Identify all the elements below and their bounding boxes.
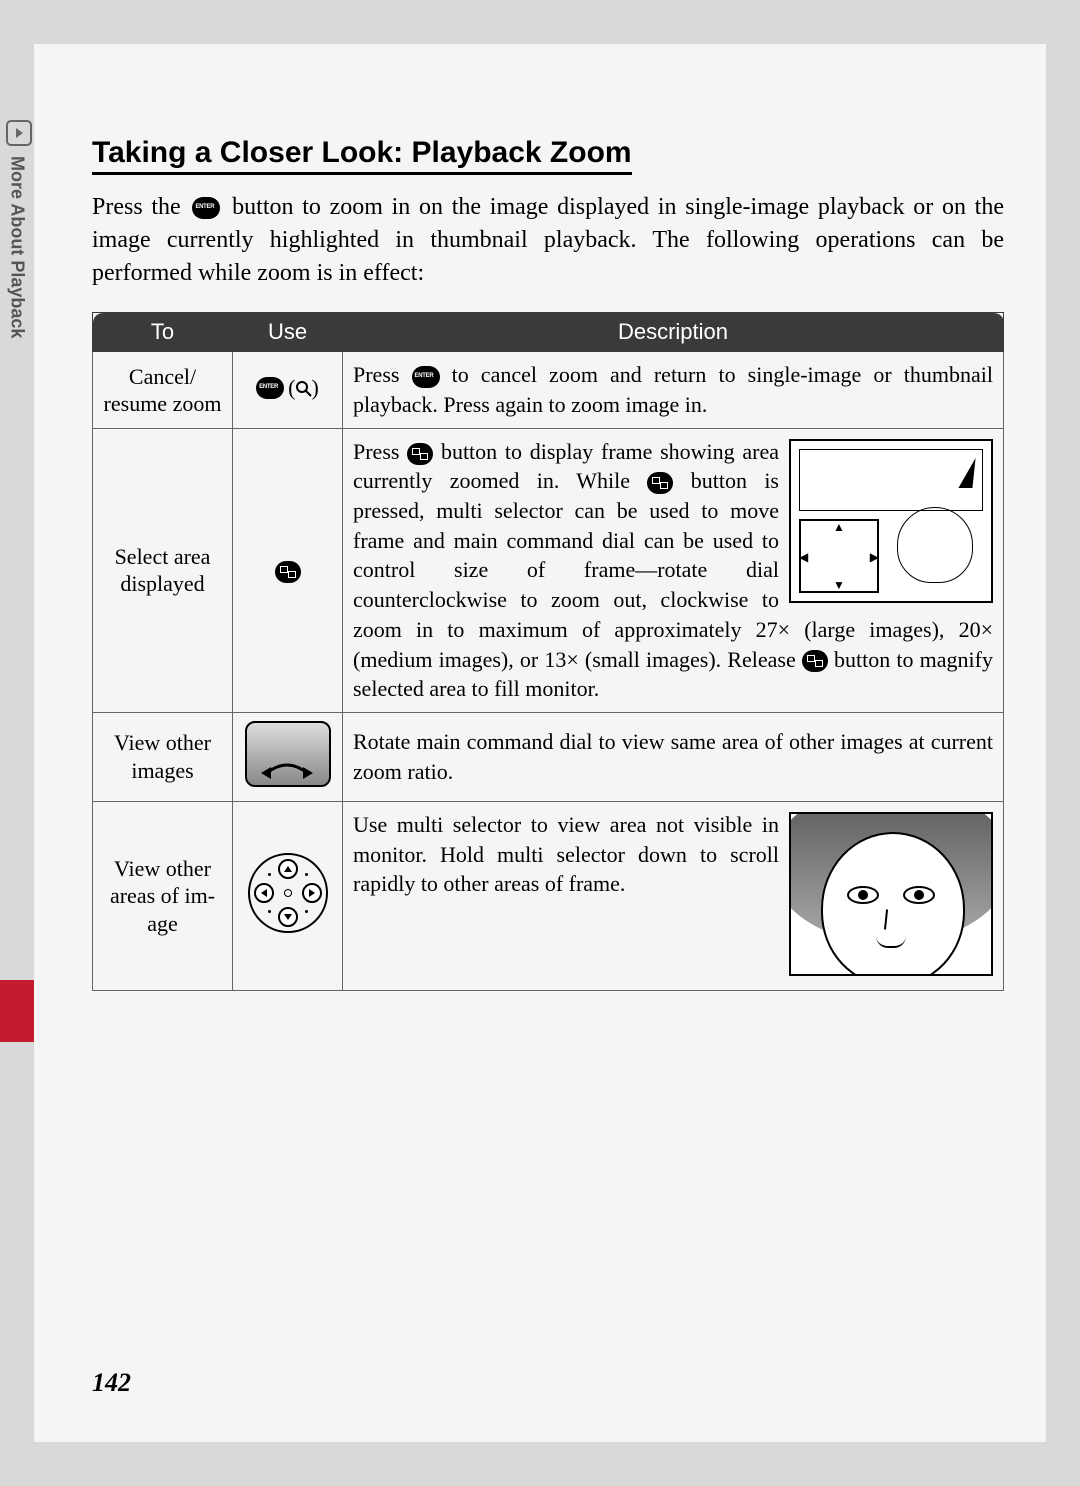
table-row: View other areas of im­age [93, 801, 1004, 990]
cell-to: View other images [93, 712, 233, 801]
intro-post: button to zoom in on the image displayed… [92, 194, 1004, 286]
col-use: Use [233, 313, 343, 352]
page-number: 142 [92, 1368, 131, 1398]
thumb-index-marker [0, 980, 34, 1042]
command-dial-icon [245, 721, 331, 787]
cell-to: Cancel/resume zoom [93, 352, 233, 428]
multi-selector-icon [248, 853, 328, 933]
cell-use [233, 801, 343, 990]
operations-table: To Use Description Cancel/resume zoom () [92, 312, 1004, 991]
enter-icon [192, 197, 220, 219]
cell-desc: Rotate main command dial to view same ar… [343, 712, 1004, 801]
manual-page: More About Playback Taking a Closer Look… [0, 0, 1080, 1486]
thumbnail-icon [275, 561, 301, 583]
intro-paragraph: Press the button to zoom in on the image… [92, 191, 1004, 290]
intro-pre: Press the [92, 194, 189, 220]
cell-to: View other areas of im­age [93, 801, 233, 990]
cell-desc: Press to cancel zoom and return to singl… [343, 352, 1004, 428]
cell-desc: Use multi selector to view area not visi… [343, 801, 1004, 990]
page-heading: Taking a Closer Look: Playback Zoom [92, 136, 632, 175]
zoom-glyph: () [288, 375, 319, 401]
playback-icon [6, 120, 32, 146]
table-row: Select area displayed ▲▼◀▶ [93, 428, 1004, 712]
thumbnail-icon [647, 472, 673, 494]
page-inner: Taking a Closer Look: Playback Zoom Pres… [34, 44, 1046, 1442]
cell-use [233, 712, 343, 801]
zoom-frame-illustration: ▲▼◀▶ [789, 439, 993, 603]
table-row: View other images Rotate main command di… [93, 712, 1004, 801]
thumbnail-icon [407, 443, 433, 465]
section-label: More About Playback [0, 156, 34, 406]
cell-use: () [233, 352, 343, 428]
enter-icon [412, 366, 440, 388]
col-to: To [93, 313, 233, 352]
zoomed-face-illustration [789, 812, 993, 976]
table-row: Cancel/resume zoom () Press to cancel zo… [93, 352, 1004, 428]
thumbnail-icon [802, 650, 828, 672]
cell-use [233, 428, 343, 712]
side-tab: More About Playback [0, 120, 34, 410]
col-desc: Description [343, 313, 1004, 352]
enter-icon [256, 377, 284, 399]
cell-to: Select area displayed [93, 428, 233, 712]
cell-desc: ▲▼◀▶ Press button to display frame showi… [343, 428, 1004, 712]
